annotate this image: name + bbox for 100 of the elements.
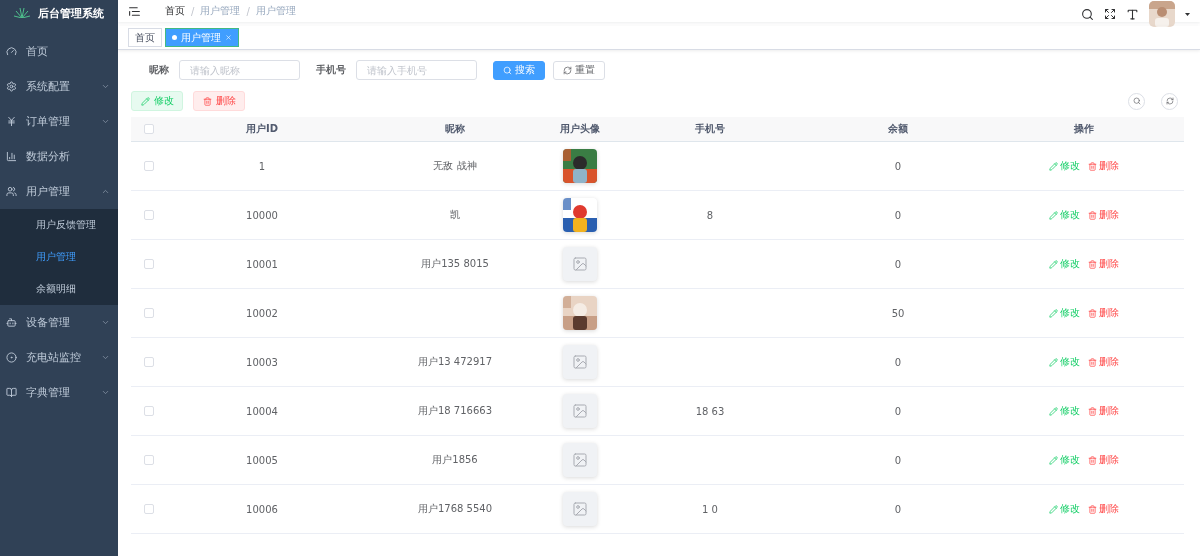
close-icon[interactable] [225, 34, 232, 41]
table-cell-text: 1 0 [701, 503, 719, 515]
breadcrumb-separator: / [246, 5, 250, 17]
search-button[interactable]: 搜索 [493, 60, 545, 80]
pencil-icon [1049, 259, 1058, 269]
field-label: 昵称 [149, 63, 169, 77]
table-cell-text: 凯 [449, 208, 461, 222]
trash-icon [202, 96, 212, 106]
delete-link[interactable]: 删除 [1088, 404, 1119, 418]
edit-link[interactable]: 修改 [1049, 404, 1080, 418]
edit-link[interactable]: 修改 [1049, 159, 1080, 173]
submenu-item[interactable]: 用户反馈管理 [0, 209, 118, 241]
delete-button[interactable]: 删除 [193, 91, 245, 111]
menu-item[interactable]: 设备管理 [0, 305, 118, 340]
search-icon[interactable] [1081, 7, 1094, 21]
table-cell-text: 10001 [245, 258, 279, 270]
submenu-item[interactable]: 余额明细 [0, 273, 118, 305]
edit-link[interactable]: 修改 [1049, 306, 1080, 320]
chevron-icon [101, 117, 110, 126]
robot-icon [6, 317, 17, 328]
submenu-item[interactable]: 用户管理 [0, 241, 118, 273]
delete-link[interactable]: 删除 [1088, 208, 1119, 222]
chevron-icon [101, 353, 110, 362]
pencil-icon [1049, 504, 1058, 514]
font-size-icon[interactable] [1126, 7, 1139, 21]
column-header: 用户头像 [559, 122, 601, 136]
trash-icon [1088, 357, 1097, 367]
delete-link[interactable]: 删除 [1088, 355, 1119, 369]
table-cell-text: 0 [893, 258, 903, 270]
trash-icon [1088, 259, 1097, 269]
caret-icon[interactable] [1185, 12, 1190, 16]
table-cell-text: 10000 [245, 209, 279, 221]
pencil-icon [1049, 455, 1058, 465]
delete-link[interactable]: 删除 [1088, 306, 1119, 320]
chevron-icon [101, 388, 110, 397]
image-icon [572, 354, 588, 370]
checkbox[interactable] [143, 357, 154, 367]
column-header: 用户ID [245, 122, 279, 136]
delete-link[interactable]: 删除 [1088, 502, 1119, 516]
table-cell-text: 0 [893, 405, 903, 417]
table-cell-text: 0 [893, 454, 903, 466]
checkbox[interactable] [143, 124, 154, 134]
checkbox[interactable] [143, 504, 154, 514]
gear-icon [6, 81, 17, 92]
search-icon [1132, 97, 1141, 105]
table-cell-text: 18 63 [694, 405, 726, 417]
chevron-icon [101, 82, 110, 91]
menu-item[interactable]: 订单管理 [0, 104, 118, 139]
delete-link[interactable]: 删除 [1088, 159, 1119, 173]
menu-item[interactable]: 字典管理 [0, 375, 118, 410]
checkbox[interactable] [143, 406, 154, 416]
column-header: 手机号 [694, 122, 726, 136]
breadcrumb-item: 用户管理 [255, 4, 296, 18]
edit-link[interactable]: 修改 [1049, 355, 1080, 369]
breadcrumb-separator: / [191, 5, 195, 17]
menu-item[interactable]: 数据分析 [0, 139, 118, 174]
table-cell-text: 50 [890, 307, 906, 319]
edit-link[interactable]: 修改 [1049, 502, 1080, 516]
trash-icon [1088, 308, 1097, 318]
reset-button[interactable]: 重置 [553, 60, 605, 80]
table-cell-text: 0 [893, 160, 903, 172]
checkbox[interactable] [143, 455, 154, 465]
search-toggle-button[interactable] [1128, 92, 1145, 110]
table-cell-text: 10003 [245, 356, 279, 368]
trash-icon [1088, 210, 1097, 220]
table-cell-text: 10006 [245, 503, 279, 515]
menu-item[interactable]: 系统配置 [0, 69, 118, 104]
table-cell-text: 用户13 472917 [416, 355, 494, 369]
refresh-button[interactable] [1161, 92, 1178, 110]
chevron-icon [101, 318, 110, 327]
app-title: 后台管理系统 [38, 5, 104, 21]
menu-icon[interactable] [128, 4, 141, 18]
table-cell-text: 0 [893, 503, 903, 515]
column-header: 昵称 [444, 122, 466, 136]
delete-link[interactable]: 删除 [1088, 257, 1119, 271]
fullscreen-icon[interactable] [1104, 8, 1116, 20]
logo-icon [14, 8, 30, 18]
table-cell-text: 0 [893, 356, 903, 368]
edit-link[interactable]: 修改 [1049, 257, 1080, 271]
checkbox[interactable] [143, 308, 154, 318]
menu-item[interactable]: 充电站监控 [0, 340, 118, 375]
edit-link[interactable]: 修改 [1049, 208, 1080, 222]
image-icon [572, 452, 588, 468]
refresh-icon [563, 65, 572, 75]
field-label: 手机号 [316, 63, 346, 77]
trash-icon [1088, 161, 1097, 171]
tab[interactable]: 首页 [128, 28, 162, 47]
checkbox[interactable] [143, 210, 154, 220]
menu-item[interactable]: 用户管理 [0, 174, 118, 209]
checkbox[interactable] [143, 259, 154, 269]
trash-icon [1088, 455, 1097, 465]
menu-item[interactable]: 首页 [0, 34, 118, 69]
edit-button[interactable]: 修改 [131, 91, 183, 111]
pencil-icon [140, 96, 150, 106]
trash-icon [1088, 406, 1097, 416]
edit-link[interactable]: 修改 [1049, 453, 1080, 467]
tab[interactable]: 用户管理 [165, 28, 239, 47]
breadcrumb-item[interactable]: 首页 [165, 4, 185, 18]
delete-link[interactable]: 删除 [1088, 453, 1119, 467]
checkbox[interactable] [143, 161, 154, 171]
